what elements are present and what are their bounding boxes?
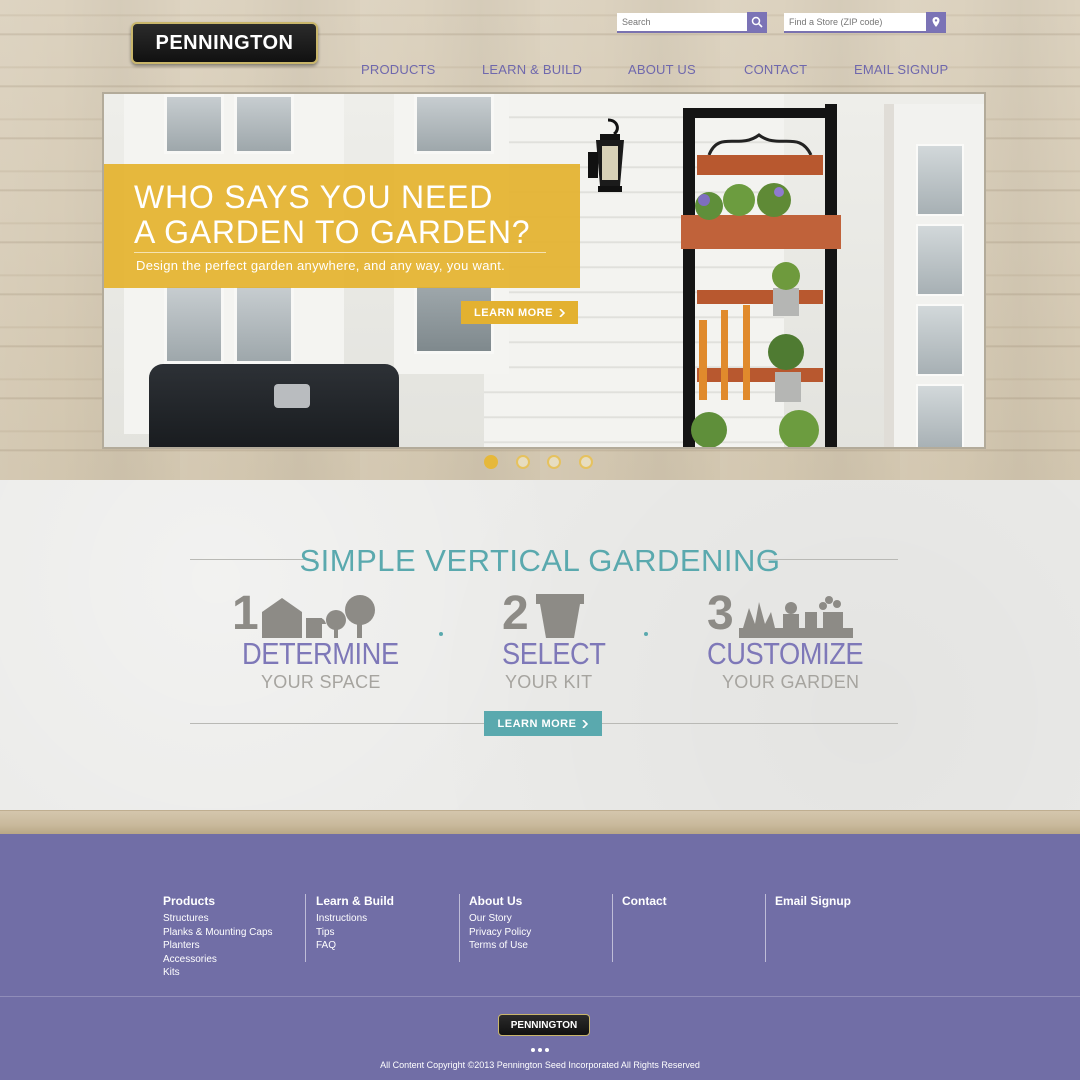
steps-learn-more-button[interactable]: LEARN MORE bbox=[484, 711, 602, 736]
nav-learn-build[interactable]: LEARN & BUILD bbox=[482, 62, 582, 77]
hero-learn-more-label: LEARN MORE bbox=[474, 306, 553, 319]
footer-heading-contact[interactable]: Contact bbox=[622, 894, 667, 908]
slider-dot-1[interactable] bbox=[484, 455, 498, 469]
step-separator-2 bbox=[644, 632, 648, 636]
logo-text: PENNINGTON bbox=[155, 31, 294, 54]
footer-rule bbox=[0, 996, 1080, 997]
hero-headline-line2: A GARDEN TO GARDEN? bbox=[134, 214, 531, 250]
footer-link-tips[interactable]: Tips bbox=[316, 926, 394, 940]
nav-about-us[interactable]: ABOUT US bbox=[628, 62, 696, 77]
location-pin-icon bbox=[932, 17, 940, 27]
step-1-subtitle: YOUR SPACE bbox=[261, 672, 381, 692]
footer-link-faq[interactable]: FAQ bbox=[316, 939, 394, 953]
search-icon bbox=[751, 16, 763, 28]
store-finder-input[interactable] bbox=[784, 13, 926, 31]
footer-link-instructions[interactable]: Instructions bbox=[316, 912, 394, 926]
hero-caption: WHO SAYS YOU NEED A GARDEN TO GARDEN? De… bbox=[104, 164, 580, 288]
footer-link-kits[interactable]: Kits bbox=[163, 966, 273, 980]
footer-heading-email-signup[interactable]: Email Signup bbox=[775, 894, 851, 908]
nav-contact[interactable]: CONTACT bbox=[744, 62, 807, 77]
nav-products[interactable]: PRODUCTS bbox=[361, 62, 436, 77]
hero-learn-more-button[interactable]: LEARN MORE bbox=[461, 301, 578, 324]
hero-grill-handle bbox=[274, 384, 310, 408]
footer-col-learn-build: Learn & Build Instructions Tips FAQ bbox=[316, 894, 394, 953]
footer-link-our-story[interactable]: Our Story bbox=[469, 912, 531, 926]
store-finder-bar bbox=[784, 12, 946, 33]
wood-plank-divider bbox=[0, 810, 1080, 834]
hero-subline: Design the perfect garden anywhere, and … bbox=[136, 258, 506, 273]
hero-door bbox=[884, 104, 984, 447]
step-2-number: 2 bbox=[502, 587, 529, 640]
footer-link-structures[interactable]: Structures bbox=[163, 912, 273, 926]
footer-link-planks[interactable]: Planks & Mounting Caps bbox=[163, 926, 273, 940]
nav-email-signup[interactable]: EMAIL SIGNUP bbox=[854, 62, 948, 77]
slider-dot-4[interactable] bbox=[579, 455, 593, 469]
lantern-icon bbox=[588, 118, 624, 192]
slider-dot-2[interactable] bbox=[516, 455, 530, 469]
footer-link-terms-of-use[interactable]: Terms of Use bbox=[469, 939, 531, 953]
footer-divider bbox=[765, 894, 766, 962]
step-1-title: DETERMINE bbox=[242, 636, 399, 671]
steps-learn-more-label: LEARN MORE bbox=[497, 717, 577, 730]
vertical-garden-rack bbox=[681, 104, 841, 447]
store-finder-button[interactable] bbox=[926, 12, 946, 32]
section-title: SIMPLE VERTICAL GARDENING bbox=[299, 543, 781, 578]
footer-logo[interactable]: PENNINGTON bbox=[498, 1014, 590, 1036]
step-3-number: 3 bbox=[707, 587, 734, 640]
footer-col-email-signup: Email Signup bbox=[775, 894, 851, 912]
footer-link-accessories[interactable]: Accessories bbox=[163, 953, 273, 967]
hero-headline: WHO SAYS YOU NEED A GARDEN TO GARDEN? bbox=[134, 180, 554, 250]
chevron-right-icon bbox=[582, 719, 589, 728]
footer-heading-learn-build[interactable]: Learn & Build bbox=[316, 894, 394, 908]
step-3-subtitle: YOUR GARDEN bbox=[722, 672, 860, 692]
footer-link-planters[interactable]: Planters bbox=[163, 939, 273, 953]
footer-heading-about-us[interactable]: About Us bbox=[469, 894, 531, 908]
hero-slider[interactable]: WHO SAYS YOU NEED A GARDEN TO GARDEN? De… bbox=[102, 92, 986, 449]
slider-dot-3[interactable] bbox=[547, 455, 561, 469]
step-2-title: SELECT bbox=[502, 636, 606, 671]
footer-col-about-us: About Us Our Story Privacy Policy Terms … bbox=[469, 894, 531, 953]
pennington-logo[interactable]: PENNINGTON bbox=[131, 22, 318, 64]
footer-divider bbox=[612, 894, 613, 962]
step-1-number: 1 bbox=[232, 587, 259, 640]
footer-dots bbox=[531, 1048, 555, 1052]
footer-heading-products[interactable]: Products bbox=[163, 894, 273, 908]
footer-col-contact: Contact bbox=[622, 894, 667, 912]
chevron-right-icon bbox=[559, 308, 565, 317]
copyright-text: All Content Copyright ©2013 Pennington S… bbox=[380, 1060, 700, 1070]
footer-link-privacy-policy[interactable]: Privacy Policy bbox=[469, 926, 531, 940]
step-3-title: CUSTOMIZE bbox=[707, 636, 864, 671]
search-input[interactable] bbox=[617, 13, 747, 31]
footer-logo-text: PENNINGTON bbox=[510, 1019, 578, 1031]
pot-icon bbox=[536, 594, 584, 638]
footer-divider bbox=[459, 894, 460, 962]
footer-col-products: Products Structures Planks & Mounting Ca… bbox=[163, 894, 273, 980]
footer-divider bbox=[305, 894, 306, 962]
search-button[interactable] bbox=[747, 12, 767, 32]
plants-icon bbox=[739, 596, 853, 638]
slider-dots bbox=[484, 455, 604, 471]
hero-headline-line1: WHO SAYS YOU NEED bbox=[134, 179, 494, 215]
step-2-subtitle: YOUR KIT bbox=[505, 672, 593, 692]
search-bar bbox=[617, 12, 767, 33]
hero-caption-rule bbox=[134, 252, 546, 253]
step-separator-1 bbox=[439, 632, 443, 636]
footer: Products Structures Planks & Mounting Ca… bbox=[0, 834, 1080, 1080]
main-nav: PRODUCTS LEARN & BUILD ABOUT US CONTACT … bbox=[361, 62, 951, 82]
house-tree-icon bbox=[262, 595, 375, 638]
